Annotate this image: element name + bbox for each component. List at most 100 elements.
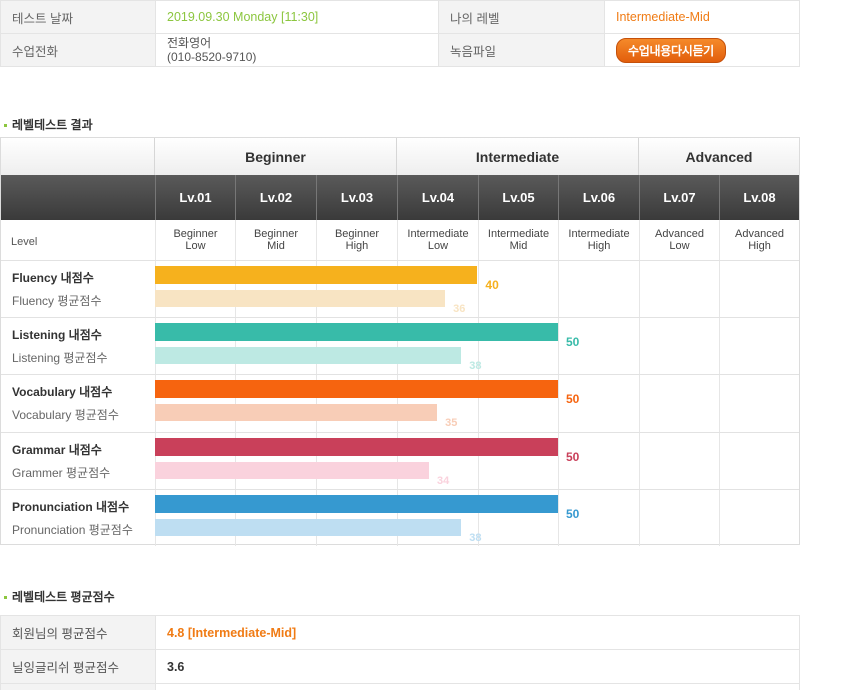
level-row-label: Level — [11, 236, 38, 248]
level-desc-line: Intermediate — [407, 228, 469, 240]
bullet-icon — [4, 596, 7, 600]
skill-avg-score: 36 — [453, 303, 466, 315]
level-desc-line: Low — [185, 240, 206, 252]
level-desc-8: Advanced High — [719, 220, 799, 260]
grid-vline — [639, 260, 640, 546]
level-desc-5: Intermediate Mid — [478, 220, 558, 260]
skill-my-label: Fluency 내점수 — [12, 271, 94, 285]
level-test-chart: Beginner Intermediate Advanced Level Lv.… — [0, 137, 800, 546]
avg-row-company: 닐잉글리쉬 평균점수 3.6 — [0, 649, 800, 684]
grid-hline — [1, 260, 799, 261]
recording-label: 녹음파일 — [438, 33, 605, 67]
skill-my-bar — [155, 437, 558, 456]
test-info-row: 수업전화 전화영어 (010-8520-9710) 녹음파일 수업내용다시듣기 — [0, 33, 800, 67]
test-date-label: 테스트 날짜 — [0, 0, 156, 34]
level-desc-7: Advanced Low — [639, 220, 719, 260]
level-desc-2: Beginner Mid — [235, 220, 316, 260]
group-header-beginner: Beginner — [155, 138, 397, 175]
level-desc-text: Beginner High — [335, 228, 379, 252]
level-desc-line: High — [748, 240, 771, 252]
level-desc-text: Intermediate Mid — [488, 228, 549, 252]
group-header-advanced: Advanced — [639, 138, 799, 175]
my-level-label: 나의 레벨 — [438, 0, 605, 34]
level-desc-line: Intermediate — [568, 228, 630, 240]
skill-my-label: Listening 내점수 — [12, 328, 102, 343]
group-header-blank — [1, 138, 155, 175]
test-info-row: 테스트 날짜 2019.09.30 Monday [11:30] 나의 레벨 I… — [0, 0, 800, 34]
level-desc-line: Mid — [509, 240, 528, 252]
recording-cell: 수업내용다시듣기 — [604, 33, 800, 67]
company-avg-value: 3.6 — [155, 649, 800, 684]
member-avg-label: 회원님의 평균점수 — [0, 615, 156, 650]
skill-my-score: 50 — [566, 392, 580, 407]
bullet-icon — [4, 124, 7, 128]
skill-my-label: Vocabulary 내점수 — [12, 385, 113, 400]
level-desc-4: Intermediate Low — [397, 220, 478, 260]
level-header-4: Lv.04 — [397, 175, 478, 220]
skill-avg-label: Pronunciation 평균점수 — [12, 522, 133, 537]
blank-cell — [0, 683, 156, 690]
level-desc-6: Intermediate High — [558, 220, 639, 260]
level-desc-line: High — [345, 240, 369, 252]
skill-avg-label: Fluency 평균점수 — [12, 294, 102, 308]
level-desc-1: Beginner Low — [155, 220, 235, 260]
level-header-6: Lv.06 — [558, 175, 639, 220]
level-desc-line: Low — [669, 240, 690, 252]
skill-avg-bar — [155, 404, 438, 422]
skill-my-bar — [155, 266, 478, 284]
skill-avg-label: Vocabulary 평균점수 — [12, 408, 119, 423]
level-header-3: Lv.03 — [316, 175, 397, 220]
level-desc-text: Advanced Low — [655, 228, 704, 252]
result-section-title: 레벨테스트 결과 — [4, 116, 93, 133]
replay-class-button[interactable]: 수업내용다시듣기 — [616, 37, 726, 63]
level-header-7: Lv.07 — [639, 175, 719, 220]
skill-avg-score: 34 — [437, 474, 450, 487]
skill-my-bar — [155, 380, 558, 399]
level-desc-line: High — [587, 240, 611, 252]
skill-my-score: 50 — [566, 335, 580, 350]
level-header-5: Lv.05 — [478, 175, 558, 220]
level-desc-line: Advanced — [655, 228, 704, 240]
level-desc-line: Intermediate — [487, 228, 550, 240]
skill-avg-bar — [155, 461, 430, 479]
skill-my-label: Pronunciation 내점수 — [12, 499, 130, 514]
skill-my-score: 50 — [566, 506, 580, 521]
class-phone-label: 수업전화 — [0, 33, 156, 67]
level-header-8: Lv.08 — [719, 175, 799, 220]
skill-my-bar — [155, 323, 558, 342]
level-desc-line: Advanced — [735, 228, 784, 240]
grid-hline — [1, 488, 799, 490]
level-desc-line: Beginner — [173, 228, 218, 240]
grid-vline — [558, 260, 559, 546]
skill-my-label: Grammar 내점수 — [12, 442, 102, 457]
test-info-table: 테스트 날짜 2019.09.30 Monday [11:30] 나의 레벨 I… — [0, 0, 800, 67]
class-phone-type: 전화영어 — [167, 36, 212, 50]
my-level-value: Intermediate-Mid — [604, 0, 800, 34]
avg-score-table: 회원님의 평균점수 4.8 [Intermediate-Mid] 닐잉글리쉬 평… — [0, 615, 800, 690]
skill-avg-label: Listening 평균점수 — [12, 351, 108, 366]
skill-my-score: 40 — [485, 278, 499, 292]
level-desc-text: Intermediate High — [568, 228, 629, 252]
grid-hline — [1, 431, 799, 433]
skill-avg-score: 38 — [469, 531, 482, 544]
skill-avg-bar — [155, 347, 462, 365]
company-avg-label: 닐잉글리쉬 평균점수 — [0, 649, 156, 684]
level-desc-text: Beginner Low — [173, 228, 217, 252]
skill-avg-bar — [155, 518, 462, 536]
level-desc-text: Advanced High — [735, 228, 784, 252]
level-header-1: Lv.01 — [155, 175, 235, 220]
result-section-title-text: 레벨테스트 결과 — [12, 118, 93, 132]
avg-row-member: 회원님의 평균점수 4.8 [Intermediate-Mid] — [0, 615, 800, 650]
group-header-intermediate: Intermediate — [397, 138, 639, 175]
skill-avg-score: 35 — [445, 417, 458, 430]
avg-row-blank — [0, 683, 800, 690]
level-desc-line: Mid — [267, 240, 285, 252]
level-desc-line: Beginner — [334, 228, 380, 240]
level-desc-text: Intermediate Low — [407, 228, 468, 252]
grid-hline — [1, 374, 799, 376]
level-desc-text: Beginner Mid — [254, 228, 298, 252]
grid-vline — [719, 260, 720, 546]
blank-cell — [155, 683, 800, 690]
level-desc-line: Low — [427, 240, 449, 252]
test-date-value: 2019.09.30 Monday [11:30] — [155, 0, 439, 34]
